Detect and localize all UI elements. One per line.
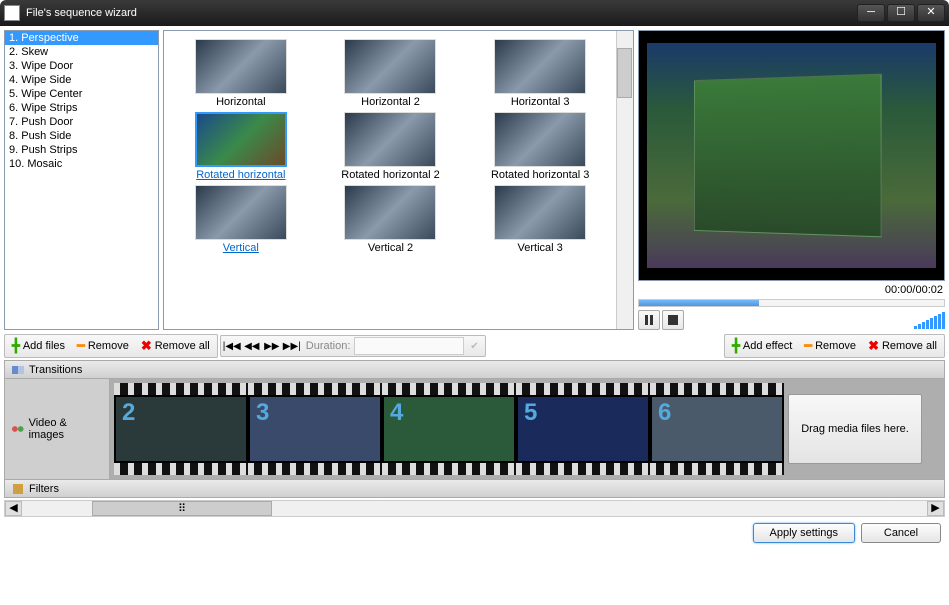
cancel-button[interactable]: Cancel xyxy=(861,523,941,543)
transition-thumb[interactable]: Horizontal 3 xyxy=(471,39,609,108)
duration-input[interactable] xyxy=(354,337,464,355)
minimize-button[interactable]: ─ xyxy=(857,4,885,22)
transition-thumb[interactable]: Horizontal xyxy=(172,39,310,108)
thumbnail-label: Rotated horizontal 3 xyxy=(491,169,589,181)
sidebar-item[interactable]: 6. Wipe Strips xyxy=(5,101,158,115)
plus-icon: ╋ xyxy=(732,338,740,354)
maximize-button[interactable]: ☐ xyxy=(887,4,915,22)
pause-button[interactable] xyxy=(638,310,660,330)
frame-number: 3 xyxy=(256,399,269,427)
thumbnail-image xyxy=(494,185,586,240)
transition-thumb[interactable]: Rotated horizontal xyxy=(172,112,310,181)
first-button[interactable]: |◀◀ xyxy=(222,341,242,352)
thumbnail-label: Vertical 3 xyxy=(518,242,563,254)
thumbnail-image xyxy=(344,39,436,94)
thumbnail-label: Horizontal 3 xyxy=(511,96,570,108)
film-frame[interactable]: 4 xyxy=(382,383,516,475)
thumbnail-image xyxy=(344,185,436,240)
remove-all-effects-button[interactable]: ✖Remove all xyxy=(862,336,943,356)
close-button[interactable]: ✕ xyxy=(917,4,945,22)
transition-thumb[interactable]: Horizontal 2 xyxy=(322,39,460,108)
film-frame[interactable]: 2 xyxy=(114,383,248,475)
thumbnail-image xyxy=(494,39,586,94)
next-button[interactable]: ▶▶ xyxy=(262,341,282,352)
film-frame[interactable]: 6 xyxy=(650,383,784,475)
window-title: File's sequence wizard xyxy=(26,7,857,19)
preview-video xyxy=(638,30,945,281)
sidebar-item[interactable]: 10. Mosaic xyxy=(5,157,158,171)
video-icon xyxy=(11,422,25,436)
x-icon: ✖ xyxy=(868,338,879,354)
thumbnail-image xyxy=(195,112,287,167)
video-track-header[interactable]: Video & images xyxy=(5,379,110,479)
frame-number: 5 xyxy=(524,399,537,427)
duration-label: Duration: xyxy=(302,340,355,352)
frame-number: 4 xyxy=(390,399,403,427)
x-icon: ✖ xyxy=(141,338,152,354)
category-list[interactable]: 1. Perspective2. Skew3. Wipe Door4. Wipe… xyxy=(4,30,159,330)
filters-track-label[interactable]: Filters xyxy=(29,483,59,495)
sidebar-item[interactable]: 1. Perspective xyxy=(5,31,158,45)
sidebar-item[interactable]: 9. Push Strips xyxy=(5,143,158,157)
frame-number: 2 xyxy=(122,399,135,427)
frame-number: 6 xyxy=(658,399,671,427)
transition-thumb[interactable]: Vertical 3 xyxy=(471,185,609,254)
stop-button[interactable] xyxy=(662,310,684,330)
transition-thumb[interactable]: Rotated horizontal 3 xyxy=(471,112,609,181)
thumbnail-image xyxy=(195,39,287,94)
minus-icon: ━ xyxy=(804,338,812,354)
add-effect-button[interactable]: ╋Add effect xyxy=(726,336,798,356)
timeline-scrollbar[interactable]: ◀ ⠿ ▶ xyxy=(4,500,945,517)
filmstrip[interactable]: 2 3 4 5 6 Drag media files here. xyxy=(110,379,944,479)
apply-duration-button[interactable]: ✔ xyxy=(464,341,484,352)
sidebar-item[interactable]: 7. Push Door xyxy=(5,115,158,129)
sidebar-item[interactable]: 3. Wipe Door xyxy=(5,59,158,73)
filters-icon xyxy=(11,482,25,496)
thumbnail-label: Rotated horizontal 2 xyxy=(341,169,439,181)
preview-pane: 00:00/00:02 xyxy=(638,30,945,330)
transition-gallery: Horizontal Horizontal 2 Horizontal 3 Rotate… xyxy=(163,30,634,330)
remove-button[interactable]: ━Remove xyxy=(71,336,135,356)
gallery-scrollbar[interactable] xyxy=(616,31,633,329)
thumbnail-label: Rotated horizontal xyxy=(196,169,285,181)
thumbnail-image xyxy=(494,112,586,167)
transition-thumb[interactable]: Rotated horizontal 2 xyxy=(322,112,460,181)
titlebar: File's sequence wizard ─ ☐ ✕ xyxy=(0,0,949,26)
film-frame[interactable]: 5 xyxy=(516,383,650,475)
prev-button[interactable]: ◀◀ xyxy=(242,341,262,352)
transition-thumb[interactable]: Vertical 2 xyxy=(322,185,460,254)
thumbnail-image xyxy=(344,112,436,167)
thumbnail-image xyxy=(195,185,287,240)
thumbnail-label: Vertical 2 xyxy=(368,242,413,254)
sidebar-item[interactable]: 5. Wipe Center xyxy=(5,87,158,101)
transitions-track-header[interactable]: Transitions xyxy=(5,363,88,377)
thumbnail-label: Horizontal 2 xyxy=(361,96,420,108)
sidebar-item[interactable]: 2. Skew xyxy=(5,45,158,59)
volume-indicator[interactable] xyxy=(914,312,945,329)
drop-zone[interactable]: Drag media files here. xyxy=(788,394,922,464)
film-frame[interactable]: 3 xyxy=(248,383,382,475)
scroll-right-button[interactable]: ▶ xyxy=(927,501,944,516)
apply-settings-button[interactable]: Apply settings xyxy=(753,523,855,543)
sidebar-item[interactable]: 8. Push Side xyxy=(5,129,158,143)
transitions-icon xyxy=(11,363,25,377)
plus-icon: ╋ xyxy=(12,338,20,354)
time-display: 00:00/00:02 xyxy=(638,284,945,296)
timeline: Transitions Video & images 2 3 4 5 6 Drag med… xyxy=(4,360,945,498)
sidebar-item[interactable]: 4. Wipe Side xyxy=(5,73,158,87)
last-button[interactable]: ▶▶| xyxy=(282,341,302,352)
transition-thumb[interactable]: Vertical xyxy=(172,185,310,254)
progress-bar[interactable] xyxy=(638,299,945,307)
minus-icon: ━ xyxy=(77,338,85,354)
scroll-thumb[interactable]: ⠿ xyxy=(92,501,272,516)
scroll-left-button[interactable]: ◀ xyxy=(5,501,22,516)
toolbar: ╋Add files ━Remove ✖Remove all |◀◀ ◀◀ ▶▶… xyxy=(4,334,945,358)
app-icon xyxy=(4,5,20,21)
add-files-button[interactable]: ╋Add files xyxy=(6,336,71,356)
thumbnail-label: Vertical xyxy=(223,242,259,254)
remove-effect-button[interactable]: ━Remove xyxy=(798,336,862,356)
remove-all-button[interactable]: ✖Remove all xyxy=(135,336,216,356)
thumbnail-label: Horizontal xyxy=(216,96,266,108)
